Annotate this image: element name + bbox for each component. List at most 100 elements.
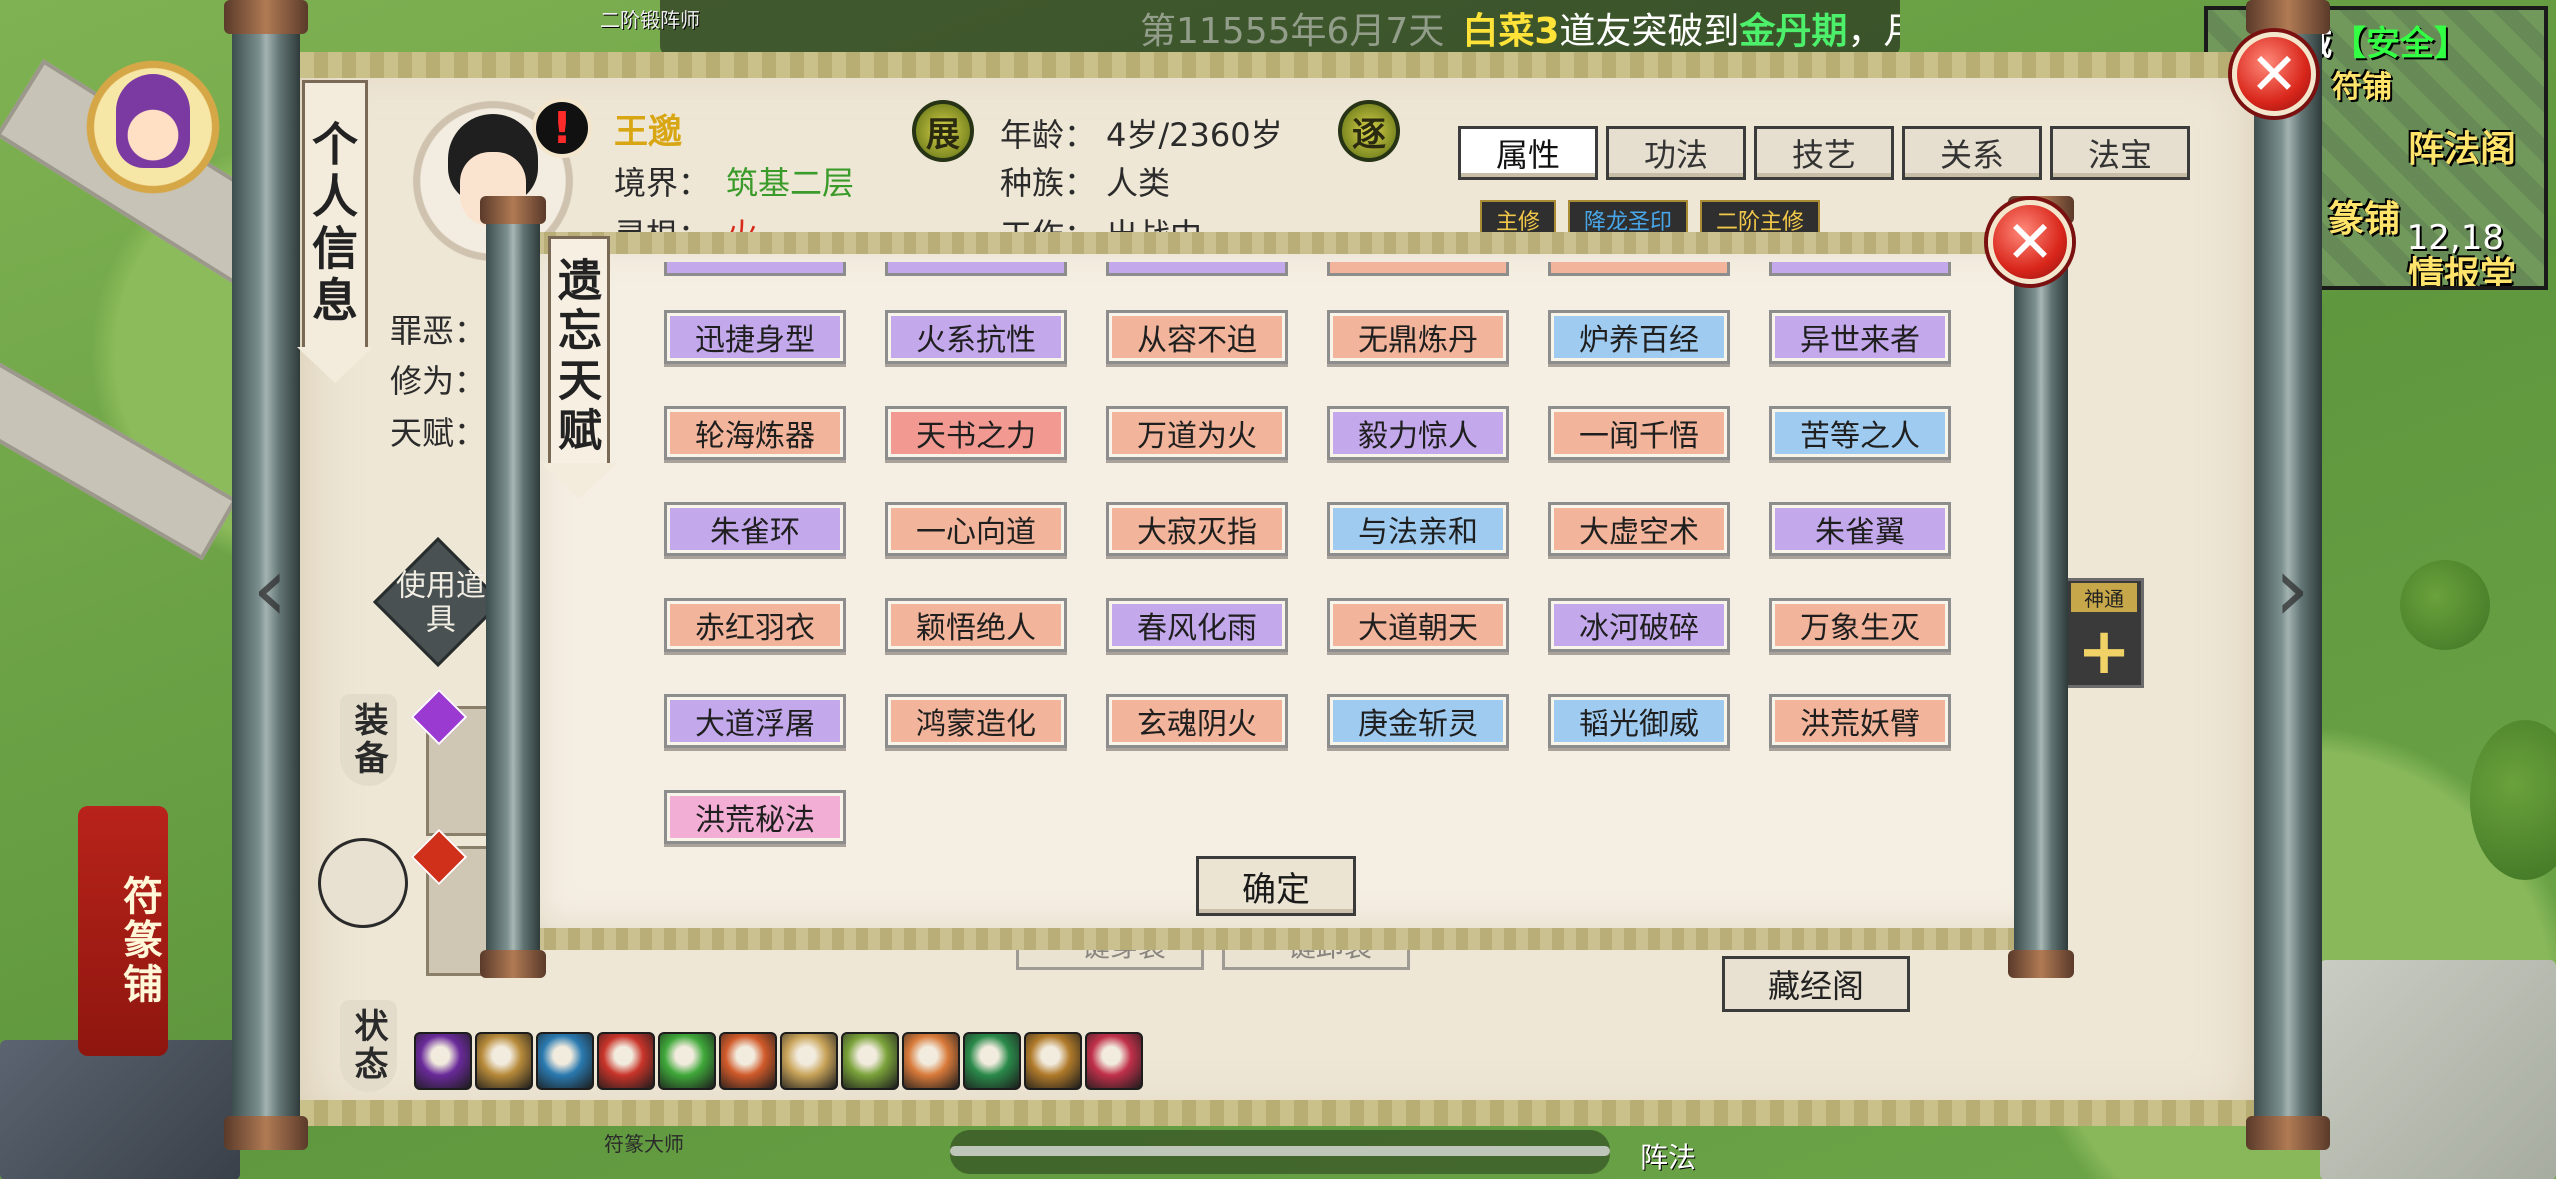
inner-rod-left (480, 196, 546, 978)
forgotten-talents-banner: 遗忘天赋 (548, 236, 610, 466)
chat-scroll-thumb[interactable] (950, 1146, 1610, 1156)
status-effect-icon[interactable] (780, 1032, 838, 1090)
status-effect-icon[interactable] (1024, 1032, 1082, 1090)
personal-info-banner: 个人信息 (302, 80, 368, 350)
use-items-label: 使用道具 (395, 568, 486, 638)
player-avatar[interactable] (78, 52, 228, 202)
inner-frame-bottom (532, 928, 2022, 950)
confirm-button[interactable]: 确定 (1196, 856, 1356, 916)
equip-tag[interactable]: 装备 (340, 694, 397, 786)
age-value: 4岁/2360岁 (1106, 116, 1283, 154)
talent-item[interactable]: 炉养百经 (1548, 310, 1730, 364)
announcement-ticker: 第11555年6月7天 白菜3 道友突破到 金丹期 ，月 (660, 0, 1900, 56)
talent-item[interactable]: 从容不迫 (1106, 310, 1288, 364)
expand-button[interactable]: 展 (912, 100, 974, 162)
talent-item[interactable]: 与法亲和 (1327, 502, 1509, 556)
talent-item[interactable]: 苦等之人 (1769, 406, 1951, 460)
talent-item[interactable]: 轮海炼器 (664, 406, 846, 460)
talent-item[interactable]: 赤红羽衣 (664, 598, 846, 652)
status-effect-icon[interactable] (719, 1032, 777, 1090)
talent-item[interactable]: 朱雀环 (664, 502, 846, 556)
next-arrow-icon[interactable]: › (2262, 540, 2322, 640)
talent-item[interactable]: 洪荒妖臂 (1769, 694, 1951, 748)
minimap-label-fupu: 符铺 (2332, 70, 2392, 105)
talent-item[interactable]: 火系抗性 (885, 310, 1067, 364)
shop-sign-fuzhuanpu[interactable]: 符篆铺 (78, 806, 168, 1056)
talent-item[interactable]: 一闻千悟 (1548, 406, 1730, 460)
status-effect-icon[interactable] (414, 1032, 472, 1090)
talent-item[interactable]: 大道浮屠 (664, 694, 846, 748)
chat-bar[interactable] (950, 1130, 1610, 1174)
talent-cut (885, 262, 1067, 276)
close-talents-button[interactable]: ✕ (1988, 200, 2072, 284)
ticker-date: 第11555年6月7天 (1140, 11, 1445, 52)
talent-item[interactable]: 玄魂阴火 (1106, 694, 1288, 748)
warning-badge-icon[interactable]: ! (532, 98, 592, 158)
status-effect-icon[interactable] (536, 1032, 594, 1090)
talent-item[interactable]: 庚金斩灵 (1327, 694, 1509, 748)
talent-item[interactable]: 毅力惊人 (1327, 406, 1509, 460)
talent-item[interactable]: 一心向道 (885, 502, 1067, 556)
talent-item[interactable]: 异世来者 (1769, 310, 1951, 364)
panel-frame-top (300, 52, 2260, 78)
close-panel-button[interactable]: ✕ (2232, 32, 2316, 116)
race-value: 人类 (1106, 164, 1171, 202)
talent-item[interactable]: 颖悟绝人 (885, 598, 1067, 652)
talent-item[interactable]: 春风化雨 (1106, 598, 1288, 652)
talent-cut (1769, 262, 1951, 276)
talent-grid: 迅捷身型 火系抗性 从容不迫 无鼎炼丹 炉养百经 异世来者轮海炼器 天书之力 万道为火 毅力惊人… (664, 310, 1951, 844)
sin-label: 罪恶： (390, 312, 487, 350)
age-row: 年龄： 4岁/2360岁 (1000, 110, 1283, 156)
realm-label: 境界： (614, 164, 711, 202)
talent-item[interactable]: 大道朝天 (1327, 598, 1509, 652)
talent-item[interactable]: 韬光御威 (1548, 694, 1730, 748)
talent-item[interactable]: 迅捷身型 (664, 310, 846, 364)
tab-skills[interactable]: 功法 (1606, 126, 1746, 180)
status-tag[interactable]: 状态 (340, 1000, 397, 1092)
status-effect-icon[interactable] (475, 1032, 533, 1090)
building-roof (0, 1040, 240, 1179)
tree (2400, 560, 2490, 650)
talent-cut (664, 262, 846, 276)
talent-item[interactable]: 大虚空术 (1548, 502, 1730, 556)
talent-item[interactable]: 冰河破碎 (1548, 598, 1730, 652)
avatar-face (116, 74, 190, 168)
tab-treasures[interactable]: 法宝 (2050, 126, 2190, 180)
tab-relations[interactable]: 关系 (1902, 126, 2042, 180)
divine-power-slot[interactable]: 神通 + (2064, 578, 2144, 689)
status-icons (414, 1032, 1143, 1090)
status-effect-icon[interactable] (841, 1032, 899, 1090)
prev-arrow-icon[interactable]: ‹ (240, 540, 300, 640)
talent-item[interactable]: 大寂灭指 (1106, 502, 1288, 556)
status-effect-icon[interactable] (597, 1032, 655, 1090)
tab-crafts[interactable]: 技艺 (1754, 126, 1894, 180)
status-effect-icon[interactable] (1085, 1032, 1143, 1090)
talent-item[interactable]: 天书之力 (885, 406, 1067, 460)
chase-button[interactable]: 逐 (1338, 100, 1400, 162)
talent-cut (1548, 262, 1730, 276)
tab-attributes[interactable]: 属性 (1458, 126, 1598, 180)
road (0, 349, 238, 561)
talent-item[interactable]: 万道为火 (1106, 406, 1288, 460)
character-name: 王邈 (614, 112, 682, 152)
talent-item[interactable]: 朱雀翼 (1769, 502, 1951, 556)
library-button[interactable]: 藏经阁 (1722, 956, 1910, 1012)
close-icon: ✕ (2249, 40, 2299, 108)
status-effect-icon[interactable] (658, 1032, 716, 1090)
talent-item[interactable]: 鸿蒙造化 (885, 694, 1067, 748)
ticker-realm: 金丹期 (1739, 11, 1848, 52)
age-label: 年龄： (1000, 116, 1097, 154)
timer-icon[interactable] (318, 838, 408, 928)
talent-item[interactable]: 洪荒秘法 (664, 790, 846, 844)
talent-item[interactable]: 无鼎炼丹 (1327, 310, 1509, 364)
panel-frame-bottom (300, 1100, 2260, 1126)
ticker-tail: ，月 (1847, 11, 1900, 52)
talent-item[interactable]: 万象生灭 (1769, 598, 1951, 652)
npc-label-top: 二阶锻阵师 (600, 8, 700, 32)
realm-row: 境界： 筑基二层 (614, 158, 854, 204)
minimap-label-zhenfage: 阵法阁 (2408, 129, 2517, 170)
status-effect-icon[interactable] (963, 1032, 1021, 1090)
status-effect-icon[interactable] (902, 1032, 960, 1090)
close-icon: ✕ (2005, 208, 2055, 276)
talent-cut (1106, 262, 1288, 276)
